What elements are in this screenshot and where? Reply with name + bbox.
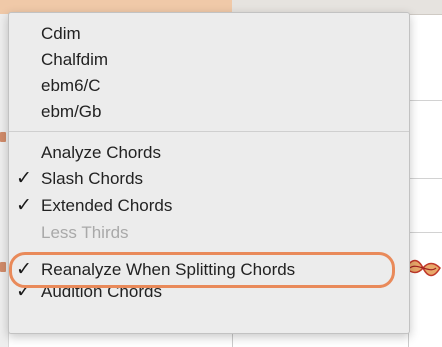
menu-item-label: Analyze Chords bbox=[41, 143, 162, 162]
checkmark-icon: ✓ bbox=[16, 288, 32, 300]
checkmark-icon: ✓ bbox=[16, 259, 32, 280]
chord-context-menu: Cdim Chalfdim ebm6/C ebm/Gb Analyze Chor… bbox=[8, 12, 410, 334]
menu-item-ebm-gb[interactable]: ebm/Gb bbox=[9, 99, 409, 125]
menu-item-label: Reanalyze When Splitting Chords bbox=[41, 260, 296, 279]
menu-item-label: Slash Chords bbox=[41, 169, 144, 188]
background-rule bbox=[410, 100, 442, 101]
menu-item-cdim[interactable]: Cdim bbox=[9, 21, 409, 47]
menu-item-reanalyze-when-splitting-chords[interactable]: ✓ Reanalyze When Splitting Chords bbox=[9, 257, 409, 283]
menu-item-analyze-chords[interactable]: Analyze Chords bbox=[9, 140, 409, 166]
menu-item-audition-chords[interactable]: ✓ Audition Chords bbox=[9, 288, 409, 300]
menu-item-chalfdim[interactable]: Chalfdim bbox=[9, 47, 409, 73]
background-rule bbox=[410, 232, 442, 233]
checkmark-icon: ✓ bbox=[16, 195, 32, 216]
menu-item-label: Less Thirds bbox=[41, 223, 129, 242]
menu-item-label: Cdim bbox=[41, 24, 81, 43]
menu-item-ebm6-c[interactable]: ebm6/C bbox=[9, 73, 409, 99]
menu-item-label: ebm/Gb bbox=[41, 102, 102, 121]
menu-item-less-thirds: Less Thirds bbox=[9, 220, 409, 246]
background-marker bbox=[0, 132, 6, 142]
menu-item-slash-chords[interactable]: ✓ Slash Chords bbox=[9, 166, 409, 192]
background-rule bbox=[410, 178, 442, 179]
menu-item-label: Chalfdim bbox=[41, 50, 109, 69]
menu-item-label: Audition Chords bbox=[41, 288, 162, 300]
menu-separator bbox=[9, 131, 409, 132]
menu-item-extended-chords[interactable]: ✓ Extended Chords bbox=[9, 193, 409, 219]
background-marker bbox=[0, 262, 6, 272]
menu-item-label: ebm6/C bbox=[41, 76, 101, 95]
menu-item-label: Extended Chords bbox=[41, 196, 173, 215]
menu-item-clip: ✓ Audition Chords bbox=[9, 288, 409, 300]
checkmark-icon: ✓ bbox=[16, 168, 32, 189]
